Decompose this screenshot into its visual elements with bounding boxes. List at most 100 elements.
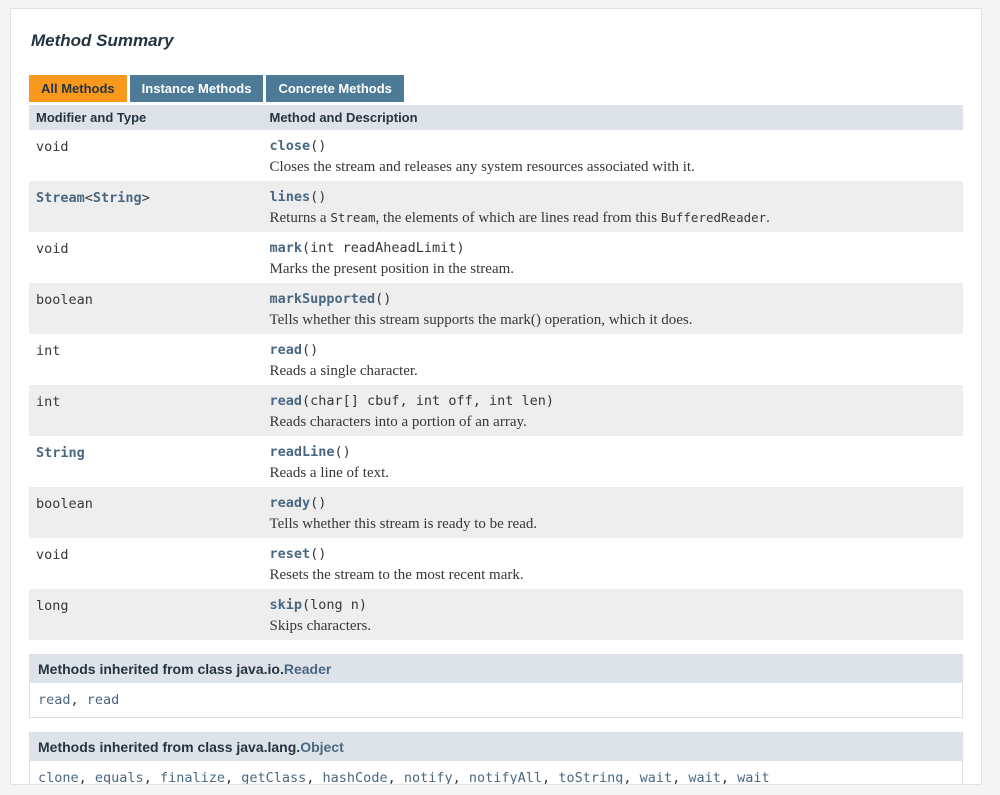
description-text: . — [766, 210, 770, 226]
tab-instance-methods[interactable]: Instance Methods — [130, 75, 264, 102]
method-args: () — [310, 138, 326, 154]
table-row: Stream<String> lines()Returns a Stream, t… — [29, 181, 963, 232]
method-description-cell: readLine() Reads a line of text. — [263, 436, 964, 487]
modifier-type-code: void — [36, 547, 69, 563]
method-separator: , — [306, 770, 322, 785]
inherited-methods-container: Methods inherited from class java.io.Rea… — [29, 654, 963, 785]
method-signature: ready() — [270, 495, 964, 511]
method-description-cell: markSupported()Tells whether this stream… — [263, 283, 964, 334]
page-title: Method Summary — [31, 31, 963, 51]
method-filter-tab-bar: All MethodsInstance MethodsConcrete Meth… — [29, 75, 963, 102]
type-link[interactable]: Stream — [36, 190, 85, 206]
type-link[interactable]: String — [93, 190, 142, 206]
description-text: Closes the stream and releases any syste… — [270, 159, 695, 175]
modifier-type-cell: void — [29, 232, 263, 283]
method-description: Reads a line of text. — [270, 465, 964, 481]
method-description-cell: ready()Tells whether this stream is read… — [263, 487, 964, 538]
method-summary-panel: Method Summary All MethodsInstance Metho… — [10, 8, 982, 785]
inherited-class-link[interactable]: Object — [300, 739, 344, 755]
method-signature: close() — [270, 138, 964, 154]
inherited-method-link[interactable]: read — [87, 692, 120, 708]
method-args: () — [302, 342, 318, 358]
tab-all-methods[interactable]: All Methods — [29, 75, 127, 102]
table-row: boolean markSupported()Tells whether this… — [29, 283, 963, 334]
table-header: Modifier and Type Method and Description — [29, 105, 963, 130]
method-link[interactable]: lines — [270, 189, 311, 205]
inherited-method-link[interactable]: getClass — [241, 770, 306, 785]
inherited-method-link[interactable]: wait — [737, 770, 770, 785]
type-text: < — [85, 190, 93, 206]
inherited-method-link[interactable]: finalize — [160, 770, 225, 785]
inline-code: Stream — [330, 210, 375, 225]
inherited-method-list: read, read — [30, 683, 962, 717]
type-text: void — [36, 241, 69, 257]
method-signature: read() — [270, 342, 964, 358]
type-text: boolean — [36, 292, 93, 308]
inherited-method-list: clone, equals, finalize, getClass, hashC… — [30, 761, 962, 785]
table-row: String readLine() Reads a line of text. — [29, 436, 963, 487]
method-args: (long n) — [302, 597, 367, 613]
table-header-row: Modifier and Type Method and Description — [29, 105, 963, 130]
method-link[interactable]: close — [270, 138, 311, 154]
method-link[interactable]: markSupported — [270, 291, 376, 307]
method-link[interactable]: ready — [270, 495, 311, 511]
method-link[interactable]: mark — [270, 240, 303, 256]
type-link[interactable]: String — [36, 445, 85, 461]
inline-code: BufferedReader — [661, 210, 766, 225]
modifier-type-code: String — [36, 445, 85, 461]
table-row: long skip(long n) Skips characters. — [29, 589, 963, 640]
inherited-method-link[interactable]: hashCode — [323, 770, 388, 785]
modifier-type-code: Stream<String> — [36, 190, 150, 206]
method-separator: , — [672, 770, 688, 785]
inherited-methods-section-reader: Methods inherited from class java.io.Rea… — [29, 654, 963, 718]
method-signature: lines() — [270, 189, 964, 205]
table-row: voidreset()Resets the stream to the most… — [29, 538, 963, 589]
method-link[interactable]: readLine — [270, 444, 335, 460]
modifier-type-cell: Stream<String> — [29, 181, 263, 232]
method-description: Tells whether this stream supports the m… — [270, 312, 964, 328]
modifier-type-code: int — [36, 394, 60, 410]
inherited-method-link[interactable]: toString — [558, 770, 623, 785]
modifier-type-code: boolean — [36, 292, 93, 308]
method-link[interactable]: read — [270, 393, 303, 409]
modifier-type-code: boolean — [36, 496, 93, 512]
type-text: int — [36, 343, 60, 359]
inherited-method-link[interactable]: notify — [404, 770, 453, 785]
method-description-cell: lines()Returns a Stream, the elements of… — [263, 181, 964, 232]
method-args: (int readAheadLimit) — [302, 240, 465, 256]
type-text: long — [36, 598, 69, 614]
method-signature: skip(long n) — [270, 597, 964, 613]
method-args: () — [310, 495, 326, 511]
method-link[interactable]: read — [270, 342, 303, 358]
inherited-section-header: Methods inherited from class java.io.Rea… — [30, 655, 962, 683]
description-text: Tells whether this stream supports the m… — [270, 312, 693, 328]
inherited-method-link[interactable]: notifyAll — [469, 770, 542, 785]
tab-concrete-methods[interactable]: Concrete Methods — [266, 75, 403, 102]
inherited-method-link[interactable]: read — [38, 692, 71, 708]
method-description-cell: read(char[] cbuf, int off, int len)Reads… — [263, 385, 964, 436]
method-description-cell: close() Closes the stream and releases an… — [263, 130, 964, 181]
method-separator: , — [453, 770, 469, 785]
modifier-type-code: void — [36, 139, 69, 155]
inherited-method-link[interactable]: clone — [38, 770, 79, 785]
method-description: Skips characters. — [270, 618, 964, 634]
method-description: Reads a single character. — [270, 363, 964, 379]
method-link[interactable]: reset — [270, 546, 311, 562]
table-row: voidmark(int readAheadLimit)Marks the pr… — [29, 232, 963, 283]
method-args: () — [335, 444, 351, 460]
inherited-class-link[interactable]: Reader — [284, 661, 331, 677]
type-text: boolean — [36, 496, 93, 512]
type-text: void — [36, 139, 69, 155]
column-header-method-description: Method and Description — [263, 105, 964, 130]
method-separator: , — [623, 770, 639, 785]
method-description-cell: read() Reads a single character. — [263, 334, 964, 385]
inherited-method-link[interactable]: wait — [640, 770, 673, 785]
method-link[interactable]: skip — [270, 597, 303, 613]
inherited-header-text: Methods inherited from class java.io. — [38, 661, 284, 677]
inherited-section-header: Methods inherited from class java.lang.O… — [30, 733, 962, 761]
method-separator: , — [144, 770, 160, 785]
inherited-method-link[interactable]: wait — [688, 770, 721, 785]
modifier-type-cell: void — [29, 538, 263, 589]
method-description: Resets the stream to the most recent mar… — [270, 567, 964, 583]
inherited-method-link[interactable]: equals — [95, 770, 144, 785]
